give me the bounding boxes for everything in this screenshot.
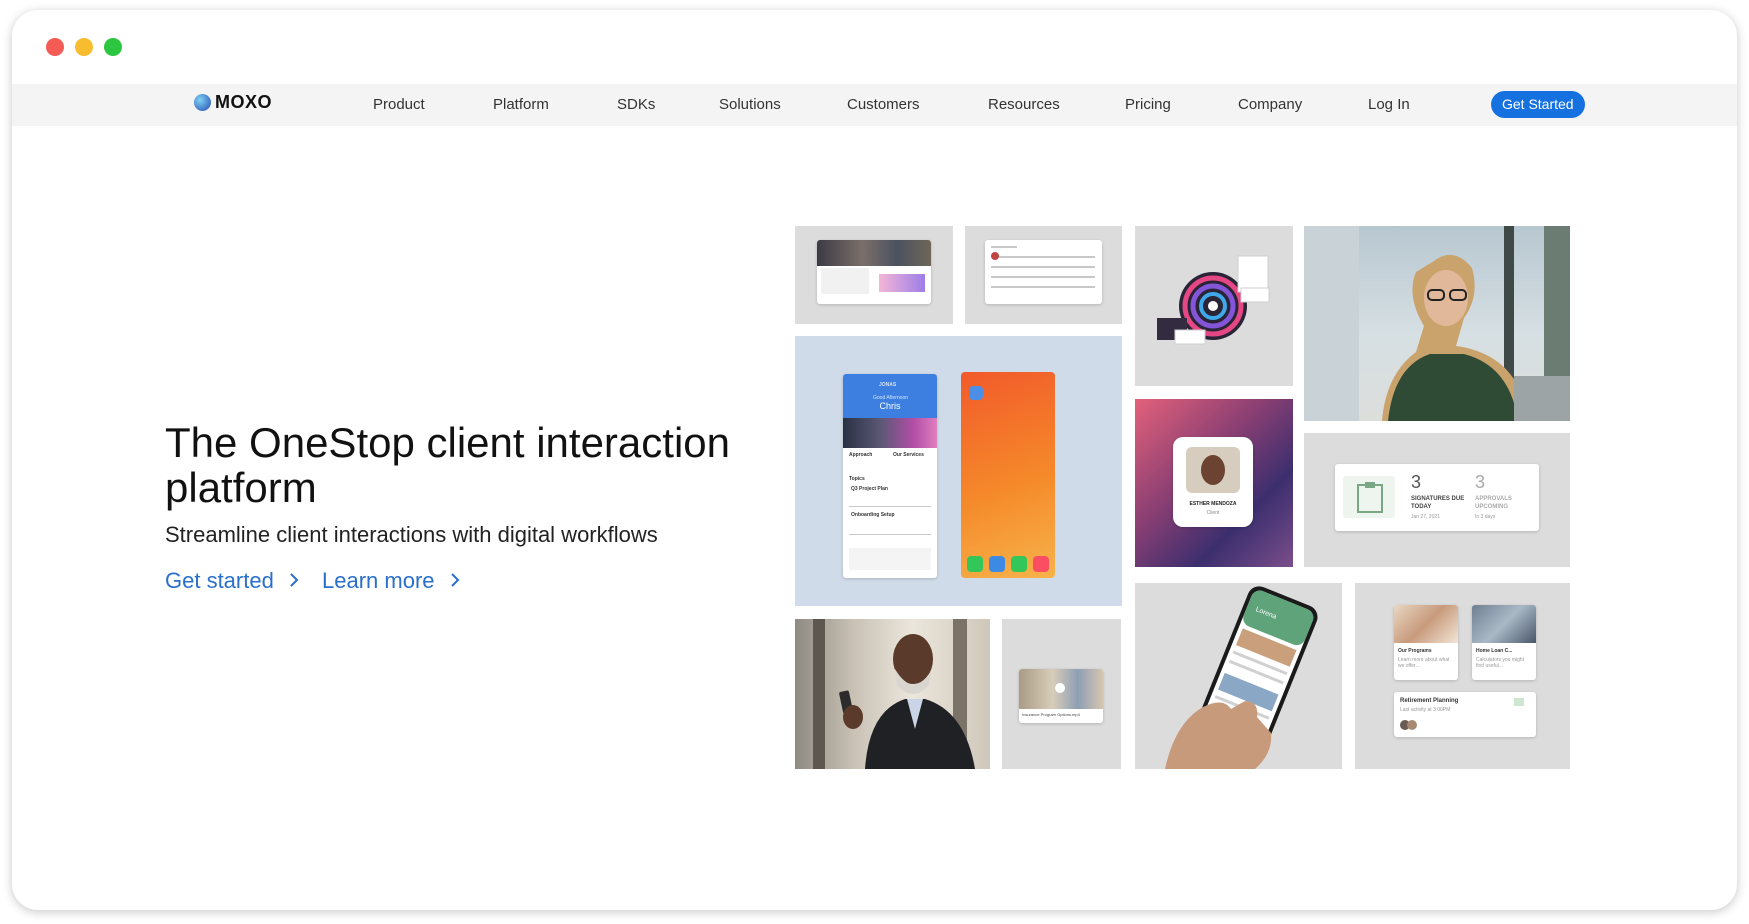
maximize-button[interactable] <box>104 38 122 56</box>
brand-name: MOXO <box>215 92 273 112</box>
table-screenshot-tile <box>965 226 1122 324</box>
home-loan-card: Home Loan C... Calculators you might fin… <box>1472 605 1536 680</box>
learn-more-link[interactable]: Learn more <box>322 568 461 594</box>
man-phone-photo <box>795 619 990 769</box>
hero-title: The OneStop client interaction platform <box>165 419 730 511</box>
get-started-link[interactable]: Get started <box>165 568 300 594</box>
nav-pricing[interactable]: Pricing <box>1125 96 1171 113</box>
home-loan-card-title: Home Loan C... <box>1476 648 1513 654</box>
nav-sdks[interactable]: SDKs <box>617 96 655 113</box>
woman-illustration <box>1304 226 1570 421</box>
woman-laptop-photo <box>1304 226 1570 421</box>
nav-customers[interactable]: Customers <box>847 96 920 113</box>
retirement-title: Retirement Planning <box>1400 698 1459 704</box>
home-loan-card-text: Calculators you might find useful... <box>1476 657 1525 669</box>
profile-role: Client <box>1206 510 1220 516</box>
app-topic-item: Onboarding Setup <box>851 512 895 518</box>
hero-subtitle: Streamline client interactions with digi… <box>165 522 658 547</box>
nav-login[interactable]: Log In <box>1368 96 1410 113</box>
video-tile: Insurance Program Options.mp4 <box>1002 619 1121 769</box>
mobile-app-tile: JONAS Good Afternoon Chris Approach Our … <box>795 336 1122 606</box>
profile-name: ESTHER MENDOZA <box>1189 501 1237 507</box>
retirement-text: Last activity at 3:00PM <box>1400 707 1451 713</box>
nav-resources[interactable]: Resources <box>988 96 1060 113</box>
app-card-services: Our Services <box>893 452 924 458</box>
video-caption: Insurance Program Options.mp4 <box>1022 712 1080 717</box>
programs-tile: Our Programs Learn more about what we of… <box>1355 583 1570 769</box>
signatures-date: Jan 27, 2021 <box>1411 514 1440 520</box>
signatures-count: 3 <box>1411 472 1422 492</box>
nav-solutions[interactable]: Solutions <box>719 96 781 113</box>
app-user-name: Chris <box>879 401 901 411</box>
window-controls <box>46 38 122 56</box>
get-started-button[interactable]: Get Started <box>1491 91 1585 118</box>
close-button[interactable] <box>46 38 64 56</box>
learn-more-link-label: Learn more <box>322 568 435 593</box>
home-screen-phone <box>961 372 1055 578</box>
approvals-count: 3 <box>1475 472 1486 492</box>
phone-in-hand-tile: Lorena <box>1135 583 1342 769</box>
chevron-right-icon <box>290 573 299 587</box>
nav-company[interactable]: Company <box>1238 96 1302 113</box>
app-card-approach: Approach <box>849 452 873 458</box>
logo-circle-icon <box>194 94 211 111</box>
profile-card: ESTHER MENDOZA Client <box>1173 437 1253 527</box>
programs-card-text: Learn more about what we offer... <box>1398 657 1450 669</box>
signatures-label: SIGNATURES DUE TODAY <box>1411 496 1465 510</box>
nav-product[interactable]: Product <box>373 96 425 113</box>
clipboard-icon <box>1357 482 1383 513</box>
concentric-rings-graphic <box>1157 255 1270 345</box>
browser-window: MOXO Product Platform SDKs Solutions Cus… <box>12 10 1737 910</box>
nav-platform[interactable]: Platform <box>493 96 549 113</box>
dashboard-screenshot-tile <box>795 226 953 324</box>
retirement-card: Retirement Planning Last activity at 3:0… <box>1394 692 1536 737</box>
hand-phone-illustration <box>1165 586 1318 769</box>
get-started-link-label: Get started <box>165 568 274 593</box>
top-nav: MOXO Product Platform SDKs Solutions Cus… <box>12 84 1737 126</box>
video-card: Insurance Program Options.mp4 <box>1019 669 1103 723</box>
app-brand: JONAS <box>879 382 897 388</box>
approvals-label: APPROVALS UPCOMING <box>1475 496 1512 510</box>
chevron-right-icon <box>450 573 460 587</box>
minimize-button[interactable] <box>75 38 93 56</box>
app-topics-label: Topics <box>849 476 865 482</box>
approvals-note: In 3 days <box>1475 514 1496 520</box>
signatures-tile: 3 SIGNATURES DUE TODAY Jan 27, 2021 3 AP… <box>1304 433 1570 567</box>
analytics-graphic-tile <box>1135 226 1293 386</box>
app-topic-item: Q3 Project Plan <box>851 486 888 492</box>
programs-card: Our Programs Learn more about what we of… <box>1394 605 1458 680</box>
man-illustration <box>813 619 975 769</box>
programs-card-title: Our Programs <box>1398 648 1432 654</box>
client-profile-tile: ESTHER MENDOZA Client <box>1135 399 1293 567</box>
brand-logo[interactable]: MOXO <box>194 92 272 113</box>
signatures-card: 3 SIGNATURES DUE TODAY Jan 27, 2021 3 AP… <box>1335 464 1539 531</box>
app-phone-screen: JONAS Good Afternoon Chris Approach Our … <box>843 374 937 578</box>
